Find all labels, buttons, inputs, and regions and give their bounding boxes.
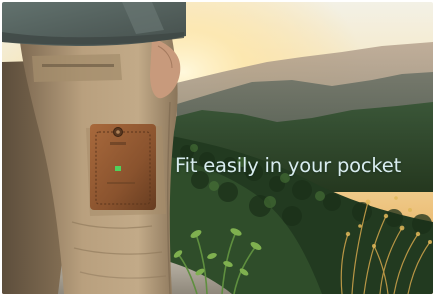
background-photo [2, 2, 433, 294]
headline: Fit easily in your pocket [175, 154, 402, 177]
hero-banner: Fit easily in your pocket [2, 2, 433, 294]
